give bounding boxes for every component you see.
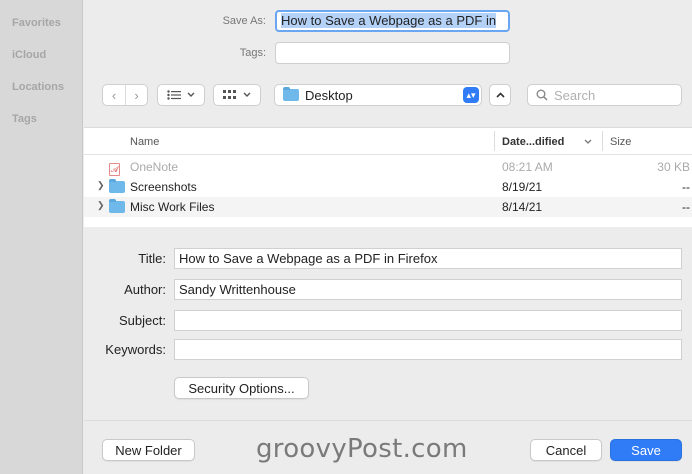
save-as-field[interactable]: How to Save a Webpage as a PDF in	[275, 10, 510, 32]
keywords-label: Keywords:	[105, 342, 166, 357]
icon-view-button[interactable]	[213, 84, 261, 106]
column-divider	[602, 131, 603, 151]
updown-arrows-icon: ▴▾	[463, 87, 479, 103]
nav-buttons: ‹ ›	[102, 84, 148, 106]
file-row-misc-work-files[interactable]: ❯ Misc Work Files 8/14/21 --	[84, 197, 692, 217]
author-field[interactable]: Sandy Writtenhouse	[174, 279, 682, 300]
file-date: 8/14/21	[502, 200, 543, 214]
column-divider	[494, 131, 495, 151]
security-options-button[interactable]: Security Options...	[174, 377, 309, 399]
subject-field[interactable]	[174, 310, 682, 331]
forward-button[interactable]: ›	[125, 85, 147, 105]
column-name[interactable]: Name	[130, 136, 159, 148]
file-row-onenote[interactable]: 𝓐 OneNote 08:21 AM 30 KB	[84, 157, 692, 177]
chevron-right-icon: ›	[134, 87, 139, 103]
sidebar-item-tags[interactable]: Tags	[12, 113, 37, 125]
expand-toggle-button[interactable]	[489, 84, 511, 106]
column-size[interactable]: Size	[610, 136, 631, 148]
save-as-value: How to Save a Webpage as a PDF in	[281, 13, 497, 28]
title-label: Title:	[138, 251, 166, 266]
subject-label: Subject:	[119, 313, 166, 328]
file-size: --	[682, 200, 690, 214]
column-date-modified[interactable]: Date...dified	[502, 136, 564, 148]
folder-icon	[109, 199, 125, 216]
folder-icon	[109, 179, 125, 196]
back-button[interactable]: ‹	[103, 85, 125, 105]
location-select[interactable]: Desktop ▴▾	[274, 84, 482, 106]
file-date: 8/19/21	[502, 180, 543, 194]
disclosure-triangle-icon[interactable]: ❯	[97, 200, 105, 211]
file-list-header: Name Date...dified Size	[84, 128, 692, 155]
list-view-button[interactable]	[157, 84, 205, 106]
search-icon	[536, 89, 548, 101]
footer-divider	[84, 420, 692, 421]
cancel-button[interactable]: Cancel	[530, 439, 602, 461]
tags-field[interactable]	[275, 42, 510, 64]
sidebar-item-favorites[interactable]: Favorites	[12, 17, 61, 29]
chevron-down-icon	[187, 92, 195, 97]
tags-label: Tags:	[239, 47, 266, 59]
file-name: Misc Work Files	[130, 200, 215, 214]
file-size: 30 KB	[657, 160, 690, 174]
file-list: Name Date...dified Size 𝓐 OneNote 08:21 …	[84, 127, 692, 227]
sort-chevron-icon	[584, 139, 592, 144]
title-field[interactable]: How to Save a Webpage as a PDF in Firefo…	[174, 248, 682, 269]
save-as-label: Save As:	[222, 15, 266, 27]
disclosure-triangle-icon[interactable]: ❯	[97, 180, 105, 191]
list-view-icon	[167, 90, 181, 100]
chevron-left-icon: ‹	[111, 87, 117, 103]
save-dialog: Save As: How to Save a Webpage as a PDF …	[84, 0, 692, 474]
author-label: Author:	[124, 282, 166, 297]
search-box[interactable]	[527, 84, 682, 106]
chevron-down-icon	[243, 92, 251, 97]
location-value: Desktop	[305, 87, 353, 103]
file-name: Screenshots	[130, 180, 197, 194]
file-row-screenshots[interactable]: ❯ Screenshots 8/19/21 --	[84, 177, 692, 197]
pdf-file-icon: 𝓐	[109, 163, 120, 176]
chevron-up-icon	[495, 92, 505, 98]
sidebar-item-icloud[interactable]: iCloud	[12, 49, 46, 61]
search-input[interactable]	[554, 87, 674, 103]
save-button[interactable]: Save	[610, 439, 682, 461]
watermark-text: groovyPost.com	[256, 434, 468, 464]
new-folder-button[interactable]: New Folder	[102, 439, 195, 461]
folder-icon	[283, 87, 299, 101]
grid-view-icon	[223, 90, 236, 99]
file-name: OneNote	[130, 160, 179, 174]
file-size: --	[682, 180, 690, 194]
sidebar: Favorites iCloud Locations Tags	[0, 0, 83, 474]
file-date: 08:21 AM	[502, 160, 553, 174]
keywords-field[interactable]	[174, 339, 682, 360]
sidebar-item-locations[interactable]: Locations	[12, 81, 64, 93]
